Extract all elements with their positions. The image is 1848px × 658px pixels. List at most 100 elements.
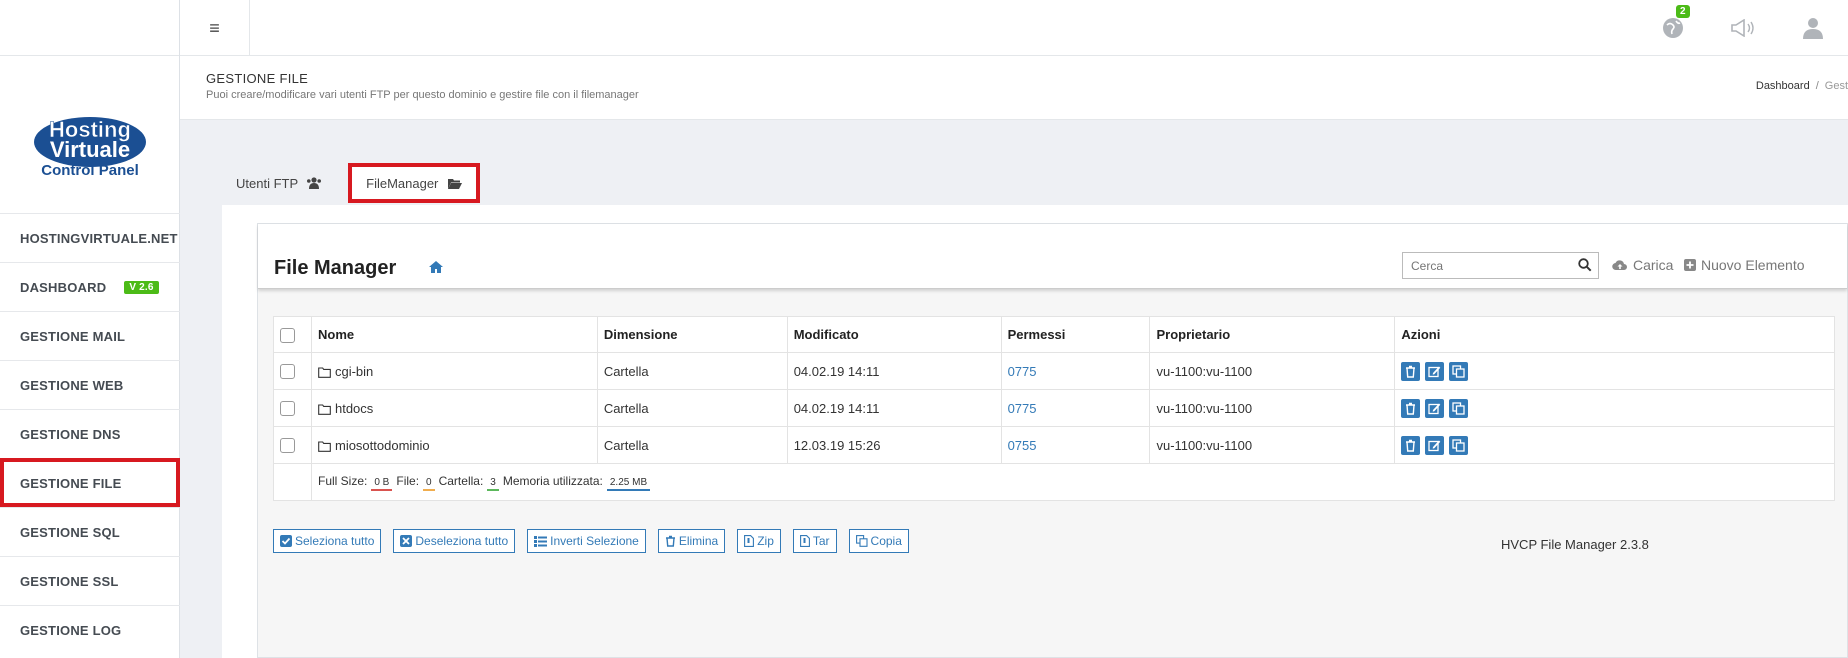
select-all-button[interactable]: Seleziona tutto: [273, 529, 382, 553]
tab-panel: File Manager Carica Nuovo Elemento Nome: [222, 205, 1848, 658]
search-icon[interactable]: [1578, 258, 1592, 272]
owner-cell: vu-1100:vu-1100: [1149, 352, 1396, 390]
folders-label: Cartella:: [438, 473, 484, 488]
copy-selected-button[interactable]: Copia: [848, 529, 909, 553]
column-header-owner[interactable]: Proprietario: [1149, 316, 1396, 353]
deselect-all-button[interactable]: Deseleziona tutto: [393, 529, 516, 553]
column-header-size[interactable]: Dimensione: [596, 316, 788, 353]
row-select-cell: [273, 389, 312, 427]
edit-button[interactable]: [1425, 361, 1445, 381]
summary-cell: Full Size: 0 B File: 0 Cartella: 3 Memoria uti…: [310, 463, 1836, 501]
sidebar-item-log[interactable]: GESTIONE LOG: [0, 605, 180, 654]
select-all-label: Seleziona tutto: [295, 534, 375, 548]
menu-toggle-button[interactable]: ≡: [180, 0, 250, 56]
globe-notification-button[interactable]: 2: [1638, 5, 1708, 39]
hamburger-icon: ≡: [209, 17, 220, 38]
full-size-label: Full Size:: [317, 473, 368, 488]
sidebar-item-ssl[interactable]: GESTIONE SSL: [0, 556, 180, 605]
file-table: Nome Dimensione Modificato Permessi Prop…: [273, 316, 1836, 501]
row-checkbox[interactable]: [280, 401, 295, 417]
trash-icon: [1406, 439, 1416, 452]
row-checkbox[interactable]: [280, 438, 295, 454]
actions-cell: [1394, 426, 1835, 464]
sidebar-item-dns[interactable]: GESTIONE DNS: [0, 409, 180, 458]
list-icon: [534, 535, 548, 547]
file-name-link[interactable]: cgi-bin: [335, 364, 373, 379]
sidebar-item-file[interactable]: GESTIONE FILE: [0, 458, 180, 507]
svg-text:Control Panel: Control Panel: [41, 162, 139, 179]
globe-icon: [1663, 18, 1683, 38]
sidebar-item-sql[interactable]: GESTIONE SQL: [0, 507, 180, 556]
edit-icon: [1428, 366, 1441, 377]
new-item-label: Nuovo Elemento: [1701, 257, 1805, 273]
column-header-modified[interactable]: Modificato: [786, 316, 1002, 353]
tab-utenti-ftp[interactable]: Utenti FTP: [222, 163, 336, 203]
page-subtitle: Puoi creare/modificare vari utenti FTP p…: [206, 89, 639, 101]
select-all-checkbox[interactable]: [280, 327, 295, 343]
tab-filemanager[interactable]: FileManager: [348, 163, 481, 203]
home-icon[interactable]: [428, 260, 444, 274]
permissions-link[interactable]: 0755: [1008, 438, 1037, 453]
column-header-permissions[interactable]: Permessi: [1000, 316, 1151, 353]
breadcrumb: Dashboard / Gest: [1756, 80, 1848, 92]
column-header-name[interactable]: Nome: [310, 316, 598, 353]
edit-button[interactable]: [1425, 435, 1445, 455]
permissions-cell: 0775: [1000, 352, 1151, 390]
files-label: File:: [396, 473, 420, 488]
modified-cell: 04.02.19 14:11: [786, 352, 1002, 390]
delete-button[interactable]: [1401, 435, 1421, 455]
table-footer-row: Full Size: 0 B File: 0 Cartella: 3 Memoria uti…: [273, 463, 1836, 501]
sidebar-item-hostingvirtuale[interactable]: HOSTINGVIRTUALE.NET: [0, 213, 180, 262]
permissions-link[interactable]: 0775: [1008, 401, 1037, 416]
delete-selected-button[interactable]: Elimina: [657, 529, 726, 553]
archive-file-icon: [744, 535, 755, 547]
file-name-link[interactable]: htdocs: [335, 401, 373, 416]
name-cell: miosottodominio: [310, 426, 598, 464]
announcements-button[interactable]: [1708, 19, 1778, 37]
new-item-button[interactable]: Nuovo Elemento: [1684, 257, 1805, 273]
copy-button[interactable]: [1449, 435, 1469, 455]
sidebar-item-dashboard[interactable]: DASHBOARD V 2.6: [0, 262, 180, 311]
sidebar-item-mail[interactable]: GESTIONE MAIL: [0, 311, 180, 360]
footer-spacer: [273, 463, 312, 501]
folder-icon: [318, 440, 331, 452]
tabs: Utenti FTP FileManager: [222, 163, 481, 203]
row-checkbox[interactable]: [280, 364, 295, 380]
copy-button[interactable]: [1449, 361, 1469, 381]
delete-button[interactable]: [1401, 398, 1421, 418]
edit-button[interactable]: [1425, 398, 1445, 418]
folders-count: 3: [487, 476, 499, 491]
file-name-link[interactable]: miosottodominio: [335, 438, 430, 453]
memory-label: Memoria utilizzata:: [502, 473, 603, 488]
tar-button[interactable]: Tar: [792, 529, 837, 553]
modified-cell: 12.03.19 15:26: [786, 426, 1002, 464]
search-input[interactable]: [1403, 253, 1563, 278]
breadcrumb-dashboard-link[interactable]: Dashboard: [1756, 80, 1810, 92]
file-manager: File Manager Carica Nuovo Elemento Nome: [257, 223, 1848, 658]
name-cell: htdocs: [310, 389, 598, 427]
sidebar-item-label: GESTIONE MAIL: [20, 328, 126, 344]
actions-cell: [1394, 389, 1835, 427]
notification-badge: 2: [1676, 5, 1690, 18]
delete-button[interactable]: [1401, 361, 1421, 381]
tar-label: Tar: [812, 534, 830, 548]
edit-icon: [1428, 440, 1441, 451]
edit-icon: [1428, 403, 1441, 414]
owner-cell: vu-1100:vu-1100: [1149, 389, 1396, 427]
permissions-link[interactable]: 0775: [1008, 364, 1037, 379]
copy-icon: [1452, 438, 1465, 452]
permissions-cell: 0755: [1000, 426, 1151, 464]
cloud-upload-icon: [1612, 260, 1627, 271]
copy-icon: [1452, 401, 1465, 415]
name-cell: cgi-bin: [310, 352, 598, 390]
invert-selection-button[interactable]: Inverti Selezione: [527, 529, 646, 553]
table-row: htdocs Cartella 04.02.19 14:11 0775 vu-1…: [273, 389, 1835, 427]
sidebar-item-label: DASHBOARD: [20, 279, 107, 295]
zip-button[interactable]: Zip: [737, 529, 781, 553]
files-count: 0: [423, 476, 435, 491]
user-menu-button[interactable]: [1778, 17, 1848, 39]
hostingvirtuale-logo[interactable]: Hosting Virtuale Control Panel: [22, 113, 158, 183]
sidebar-item-web[interactable]: GESTIONE WEB: [0, 360, 180, 409]
upload-button[interactable]: Carica: [1612, 257, 1673, 273]
copy-button[interactable]: [1449, 398, 1469, 418]
